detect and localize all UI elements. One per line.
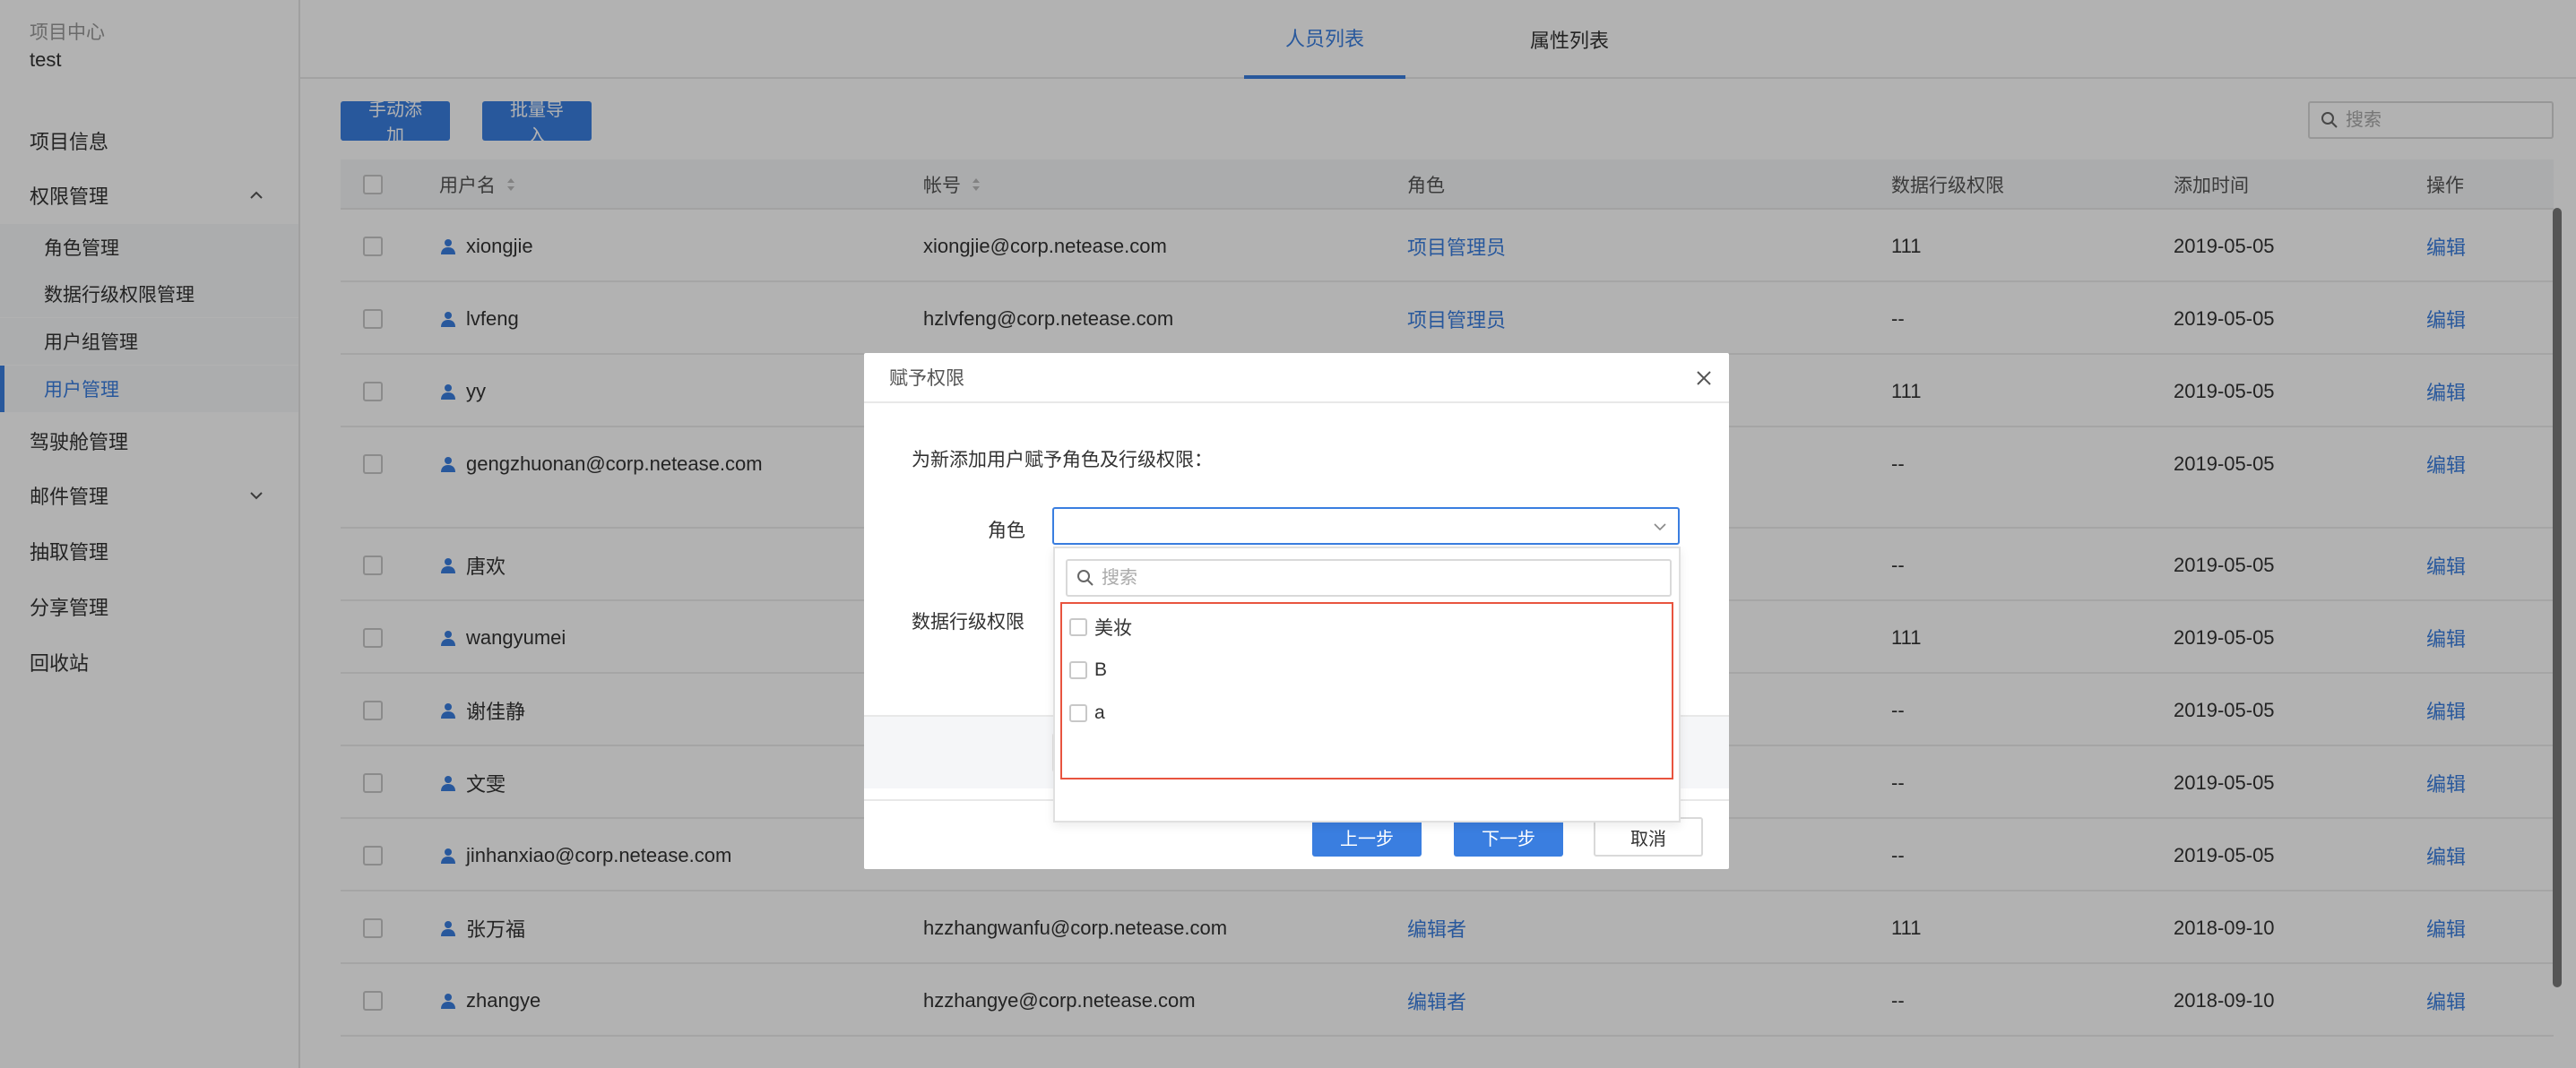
prev-step-button[interactable]: 上一步 <box>1312 817 1422 857</box>
role-option-checkbox[interactable] <box>1069 704 1087 722</box>
role-option-checkbox[interactable] <box>1069 661 1087 679</box>
role-option-label: 美妆 <box>1094 618 1132 639</box>
dialog-intro-text: 为新添加用户赋予角色及行级权限： <box>912 450 1213 470</box>
role-dropdown-search[interactable] <box>1066 559 1672 597</box>
chevron-down-icon <box>1654 523 1666 531</box>
role-option-checkbox[interactable] <box>1069 618 1087 636</box>
role-option[interactable]: B <box>1069 652 1107 688</box>
close-icon[interactable] <box>1691 366 1716 391</box>
role-options-list: 美妆 B a <box>1060 602 1673 779</box>
role-label: 角色 <box>988 521 1025 541</box>
dialog-title: 赋予权限 <box>889 368 964 389</box>
role-select[interactable] <box>1052 507 1680 545</box>
role-option-label: a <box>1094 702 1105 723</box>
row-perm-label: 数据行级权限 <box>912 612 1024 633</box>
role-option[interactable]: a <box>1069 695 1105 731</box>
search-icon <box>1077 570 1094 586</box>
role-option-label: B <box>1094 659 1108 680</box>
next-step-button[interactable]: 下一步 <box>1454 817 1563 857</box>
cancel-button[interactable]: 取消 <box>1594 817 1703 857</box>
dialog-header: 赋予权限 <box>864 353 1729 403</box>
role-search-input[interactable] <box>1102 567 1639 589</box>
role-dropdown: 美妆 B a <box>1053 547 1681 823</box>
role-option[interactable]: 美妆 <box>1069 609 1132 645</box>
